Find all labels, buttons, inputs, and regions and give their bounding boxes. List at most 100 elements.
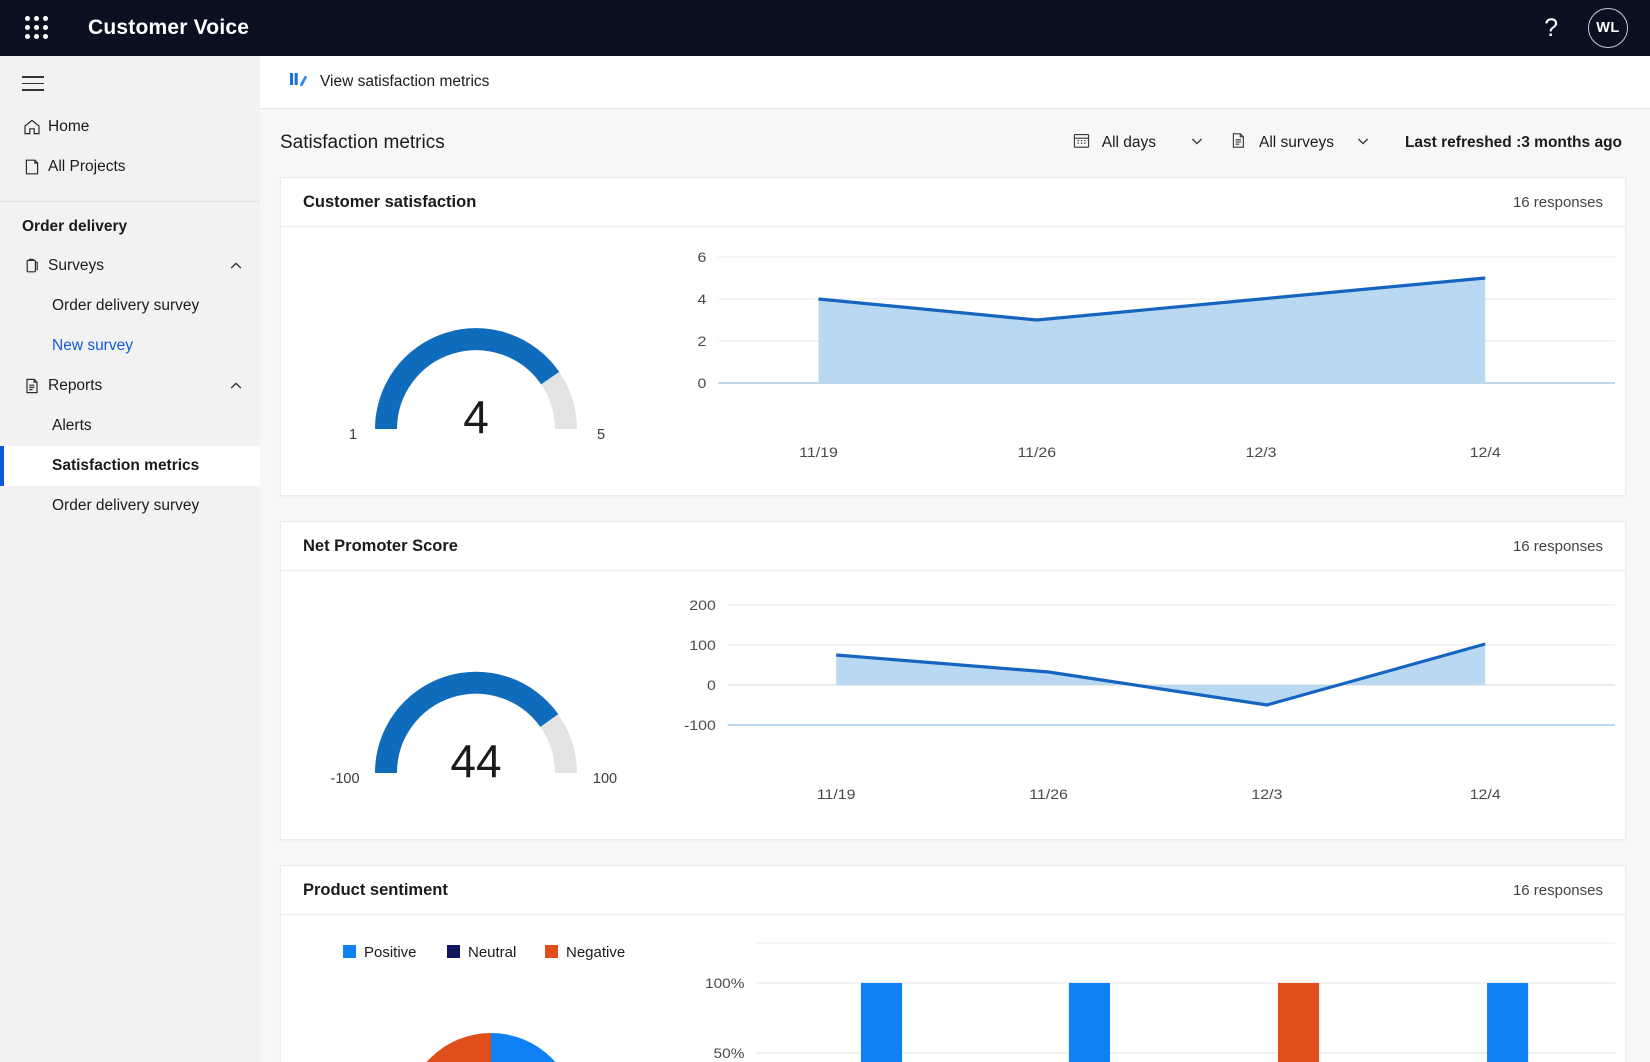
all-surveys-filter[interactable]: All surveys (1217, 125, 1383, 161)
bar-3 (1277, 983, 1320, 1062)
report-icon (22, 376, 48, 396)
card-responses: 16 responses (1512, 537, 1603, 555)
sidebar-item-home[interactable]: Home (0, 107, 260, 147)
chevron-up-icon[interactable] (228, 378, 244, 394)
donut-slice-positive (491, 1033, 556, 1062)
card-body: 44 -100 100 200 100 0 -100 11/19 11/26 1… (281, 571, 1625, 839)
card-body: 4 1 5 11/19 11/26 12/3 12/4 6 4 2 0 (281, 227, 1625, 495)
sidebar-subitem-label: New survey (52, 336, 133, 354)
all-surveys-label: All surveys (1259, 134, 1334, 151)
app-shell: Home All Projects Order delivery Surveys… (0, 56, 1650, 1062)
card-title: Customer satisfaction (303, 192, 477, 211)
customer-satisfaction-card: Customer satisfaction 16 responses 4 1 5 (280, 177, 1626, 496)
sidebar-item-new-survey[interactable]: New survey (0, 326, 260, 366)
last-refreshed-label: Last refreshed :3 months ago (1404, 134, 1622, 151)
sidebar-group-reports-label: Reports (48, 376, 103, 394)
sentiment-bar-chart: 100% 50% (701, 933, 1615, 1062)
legend-swatch-positive (343, 945, 356, 958)
nps-x-tick: 11/19 (817, 788, 856, 803)
nps-x-tick: 12/3 (1251, 788, 1282, 803)
csat-x-tick: 12/3 (1246, 446, 1277, 461)
sidebar-subitem-label: Order delivery survey (52, 496, 200, 514)
chevron-down-icon[interactable] (1189, 133, 1205, 154)
csat-gauge: 4 1 5 (281, 261, 671, 461)
sidebar-item-alerts[interactable]: Alerts (0, 406, 260, 446)
csat-x-tick: 11/26 (1017, 446, 1056, 461)
legend-swatch-neutral (447, 945, 460, 958)
card-header: Product sentiment 16 responses (281, 866, 1625, 915)
bar-1 (860, 983, 903, 1062)
home-icon (22, 117, 48, 137)
app-title: Customer Voice (88, 16, 250, 39)
nps-gauge-min: -100 (330, 771, 359, 787)
csat-x-tick: 11/19 (799, 446, 838, 461)
card-header: Customer satisfaction 16 responses (281, 178, 1625, 227)
chevron-down-icon[interactable] (1355, 133, 1371, 154)
nps-gauge-max: 100 (593, 771, 617, 787)
bar-4 (1487, 983, 1529, 1062)
sidebar-item-satisfaction-metrics[interactable]: Satisfaction metrics (0, 445, 260, 486)
nps-gauge: 44 -100 100 (281, 605, 671, 805)
legend-label-neutral: Neutral (468, 944, 516, 961)
page-content: Satisfaction metrics All days All survey… (260, 109, 1650, 1062)
main-region: View satisfaction metrics Satisfaction m… (260, 56, 1650, 1062)
bar-2 (1068, 983, 1111, 1062)
sidebar-group-surveys[interactable]: Surveys (0, 246, 260, 286)
sidebar-group-reports[interactable]: Reports (0, 366, 260, 406)
filter-group: All days All surveys Last refreshed:3 m… (1060, 125, 1622, 161)
sidebar-project-title: Order delivery (22, 217, 128, 235)
nps-gauge-value: 44 (450, 735, 501, 787)
nps-trend-chart: 200 100 0 -100 11/19 11/26 12/3 12/4 (671, 583, 1615, 827)
sidebar-subitem-label: Order delivery survey (52, 296, 200, 314)
card-responses: 16 responses (1512, 193, 1603, 211)
sidebar-item-all-projects[interactable]: All Projects (0, 147, 260, 187)
suite-header-actions: ? WL (1544, 8, 1628, 48)
card-title: Product sentiment (303, 880, 448, 899)
legend-swatch-negative (545, 945, 558, 958)
command-bar: View satisfaction metrics (260, 56, 1650, 109)
help-icon[interactable]: ? (1544, 15, 1558, 41)
avatar[interactable]: WL (1588, 8, 1628, 48)
sidebar-divider (0, 200, 260, 202)
csat-y-tick: 2 (698, 335, 707, 350)
page-title: Satisfaction metrics (280, 132, 445, 153)
donut-slice-negative (426, 1033, 491, 1062)
csat-y-tick: 4 (698, 293, 707, 308)
edit-report-icon (288, 69, 309, 95)
suite-header: Customer Voice ? WL (0, 0, 1650, 56)
sentiment-legend: Positive Neutral Negative (343, 944, 625, 961)
sidebar-item-report-order-delivery-survey[interactable]: Order delivery survey (0, 486, 260, 526)
sidebar-subitem-label: Satisfaction metrics (52, 456, 200, 474)
all-days-label: All days (1101, 134, 1157, 151)
csat-y-tick: 0 (698, 377, 707, 392)
csat-trend-chart: 11/19 11/26 12/3 12/4 6 4 2 0 (671, 239, 1615, 483)
nps-x-tick: 11/26 (1029, 788, 1068, 803)
projects-icon (22, 157, 48, 177)
app-launcher-icon[interactable] (22, 13, 52, 43)
sidebar-item-order-delivery-survey[interactable]: Order delivery survey (0, 286, 260, 326)
csat-gauge-min: 1 (349, 427, 357, 443)
view-satisfaction-metrics-label: View satisfaction metrics (320, 73, 490, 90)
product-sentiment-card: Product sentiment 16 responses Positive … (280, 865, 1626, 1062)
csat-x-tick: 12/4 (1470, 446, 1501, 461)
chevron-up-icon[interactable] (228, 258, 244, 274)
sidebar-subitem-label: Alerts (52, 416, 92, 434)
nps-x-tick: 12/4 (1470, 788, 1501, 803)
card-responses: 16 responses (1512, 881, 1603, 899)
document-icon (1229, 131, 1248, 155)
net-promoter-score-card: Net Promoter Score 16 responses 44 -100 … (280, 521, 1626, 840)
legend-label-negative: Negative (566, 944, 625, 961)
legend-label-positive: Positive (364, 944, 417, 961)
csat-gauge-max: 5 (597, 427, 605, 443)
sidebar: Home All Projects Order delivery Surveys… (0, 56, 260, 1062)
view-satisfaction-metrics-button[interactable]: View satisfaction metrics (278, 63, 499, 101)
page-header: Satisfaction metrics All days All survey… (280, 109, 1626, 177)
card-title: Net Promoter Score (303, 536, 458, 555)
all-days-filter[interactable]: All days (1060, 125, 1217, 161)
hamburger-icon[interactable] (0, 56, 260, 107)
sidebar-group-surveys-label: Surveys (48, 256, 104, 274)
card-body: Positive Neutral Negative 100% 50% (281, 915, 1625, 1062)
calendar-icon (1072, 131, 1091, 155)
clipboard-icon (22, 256, 48, 276)
card-header: Net Promoter Score 16 responses (281, 522, 1625, 571)
